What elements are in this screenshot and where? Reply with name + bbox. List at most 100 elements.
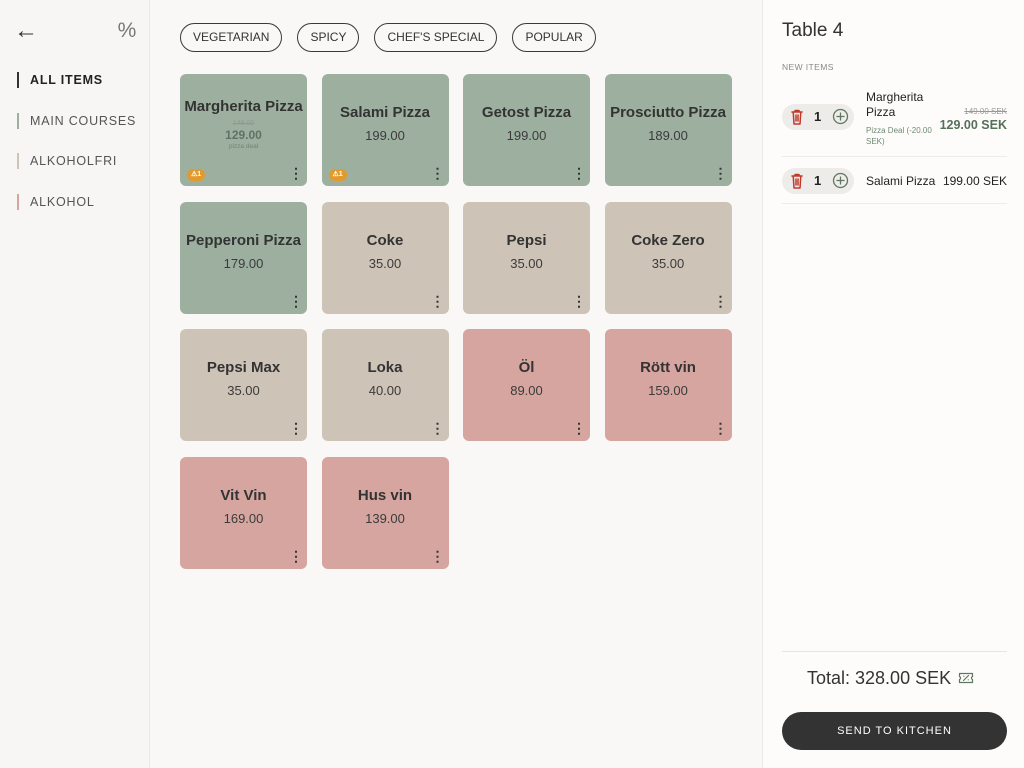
ticket-icon[interactable] xyxy=(958,671,974,685)
more-options-icon[interactable]: ⋮ xyxy=(572,294,586,308)
menu-tile-price: 199.00 xyxy=(365,128,405,143)
quantity-value: 1 xyxy=(814,109,822,124)
category-all-items[interactable]: ALL ITEMS xyxy=(17,71,136,89)
menu-tile-price: 35.00 xyxy=(510,255,543,271)
send-to-kitchen-button[interactable]: SEND TO KITCHEN xyxy=(782,712,1007,750)
category-alkoholfri[interactable]: ALKOHOLFRI xyxy=(17,152,136,170)
menu-tile-pepsi[interactable]: Pepsi 35.00 ⋮ xyxy=(463,201,590,314)
menu-tile-hus-vin[interactable]: Hus vin 139.00 ⋮ xyxy=(321,456,449,569)
menu-tile-pepsi-max[interactable]: Pepsi Max 35.00 ⋮ xyxy=(180,329,307,441)
menu-tile-rott-vin[interactable]: Rött vin 159.00 ⋮ xyxy=(604,329,732,441)
menu-tile-price: 199.00 xyxy=(506,128,547,143)
order-item-original-price: 149.00 SEK xyxy=(964,107,1007,116)
category-list: ALL ITEMS MAIN COURSES ALKOHOLFRI ALKOHO… xyxy=(17,71,136,233)
order-item-price: 129.00 SEK xyxy=(939,118,1007,132)
filter-popular[interactable]: POPULAR xyxy=(512,23,596,52)
menu-tile-deal-label: pizza deal xyxy=(228,142,259,150)
filter-chefs-special[interactable]: CHEF'S SPECIAL xyxy=(374,23,498,52)
quantity-value: 1 xyxy=(814,173,822,188)
menu-tile-price: 169.00 xyxy=(223,510,264,526)
menu-tile-price: 35.00 xyxy=(651,255,685,271)
menu-tile-deal-price: 129.00 xyxy=(225,127,262,142)
category-sidebar: ← % ALL ITEMS MAIN COURSES ALKOHOLFRI AL… xyxy=(0,0,150,768)
new-items-label: NEW ITEMS xyxy=(782,62,834,72)
category-label: ALKOHOL xyxy=(30,194,95,209)
menu-tile-name: Getost Pizza xyxy=(481,104,572,121)
menu-tile-name: Pepsi Max xyxy=(206,359,281,376)
order-list: 1 Margherita Pizza Pizza Deal (-20.00 SE… xyxy=(782,86,1007,204)
category-color-bar xyxy=(17,153,19,169)
more-options-icon[interactable]: ⋮ xyxy=(431,549,445,563)
menu-tile-name: Loka xyxy=(367,359,403,376)
menu-tile-original-price: 149.00 xyxy=(232,119,255,127)
order-item-name: Margherita Pizza xyxy=(866,90,924,119)
table-title: Table 4 xyxy=(782,20,844,41)
more-options-icon[interactable]: ⋮ xyxy=(431,166,445,180)
category-color-bar xyxy=(17,72,19,88)
filter-spicy[interactable]: SPICY xyxy=(297,23,360,52)
more-options-icon[interactable]: ⋮ xyxy=(572,166,586,180)
order-item-price: 199.00 SEK xyxy=(942,174,1007,188)
quantity-stepper: 1 xyxy=(782,104,854,130)
order-total: Total: 328.00 SEK xyxy=(807,668,952,688)
category-color-bar xyxy=(17,193,19,210)
order-item-deal: Pizza Deal (-20.00 SEK) xyxy=(866,126,932,146)
menu-tile-price: 139.00 xyxy=(365,510,405,526)
filter-chips: VEGETARIAN SPICY CHEF'S SPECIAL POPULAR xyxy=(180,23,596,52)
category-alkohol[interactable]: ALKOHOL xyxy=(17,193,136,211)
menu-tile-prosciutto-pizza[interactable]: Prosciutto Pizza 189.00 ⋮ xyxy=(604,74,732,186)
more-options-icon[interactable]: ⋮ xyxy=(289,421,303,435)
more-options-icon[interactable]: ⋮ xyxy=(289,294,303,308)
menu-tile-ol[interactable]: Öl 89.00 ⋮ xyxy=(463,329,590,441)
menu-tile-vit-vin[interactable]: Vit Vin 169.00 ⋮ xyxy=(180,456,307,569)
category-main-courses[interactable]: MAIN COURSES xyxy=(17,112,136,130)
menu-tile-price: 159.00 xyxy=(648,383,688,398)
menu-area: VEGETARIAN SPICY CHEF'S SPECIAL POPULAR … xyxy=(150,0,762,768)
more-options-icon[interactable]: ⋮ xyxy=(714,421,728,435)
more-options-icon[interactable]: ⋮ xyxy=(431,294,445,308)
more-options-icon[interactable]: ⋮ xyxy=(714,166,728,180)
more-options-icon[interactable]: ⋮ xyxy=(289,549,303,563)
menu-tile-getost-pizza[interactable]: Getost Pizza 199.00 ⋮ xyxy=(463,74,590,186)
menu-tile-name: Margherita Pizza xyxy=(184,97,303,115)
order-row: 1 Salami Pizza 199.00 SEK xyxy=(782,157,1007,204)
menu-tile-name: Hus vin xyxy=(357,486,413,504)
menu-tile-margherita-pizza[interactable]: Margherita Pizza 149.00 129.00 pizza dea… xyxy=(180,74,307,186)
menu-tile-price: 40.00 xyxy=(368,383,402,398)
discount-percent-icon[interactable]: % xyxy=(114,18,140,44)
more-options-icon[interactable]: ⋮ xyxy=(289,166,303,180)
menu-tile-price: 179.00 xyxy=(223,255,264,271)
more-options-icon[interactable]: ⋮ xyxy=(572,421,586,435)
back-arrow-icon[interactable]: ← xyxy=(14,18,40,44)
menu-tile-name: Pepperoni Pizza xyxy=(185,231,302,249)
allergen-warning-badge: ⚠1 xyxy=(187,169,206,181)
menu-tile-name: Coke xyxy=(366,231,404,249)
plus-circle-icon[interactable] xyxy=(832,108,849,125)
menu-tile-loka[interactable]: Loka 40.00 ⋮ xyxy=(321,329,449,441)
menu-tile-name: Coke Zero xyxy=(631,231,705,249)
more-options-icon[interactable]: ⋮ xyxy=(431,421,445,435)
menu-tile-name: Prosciutto Pizza xyxy=(610,104,726,121)
menu-tile-price: 89.00 xyxy=(510,383,543,398)
menu-tile-price: 189.00 xyxy=(648,128,688,143)
total-divider xyxy=(782,651,1007,652)
allergen-warning-badge: ⚠1 xyxy=(328,169,347,181)
menu-tile-pepperoni-pizza[interactable]: Pepperoni Pizza 179.00 ⋮ xyxy=(180,201,307,314)
menu-tile-price: 35.00 xyxy=(227,383,260,398)
menu-tile-coke-zero[interactable]: Coke Zero 35.00 ⋮ xyxy=(604,201,732,314)
menu-item-grid: Margherita Pizza 149.00 129.00 pizza dea… xyxy=(180,74,732,569)
order-item-name: Salami Pizza xyxy=(866,174,936,188)
plus-circle-icon[interactable] xyxy=(832,172,849,189)
more-options-icon[interactable]: ⋮ xyxy=(714,294,728,308)
menu-tile-name: Vit Vin xyxy=(220,486,267,504)
trash-icon[interactable] xyxy=(789,172,805,190)
menu-tile-salami-pizza[interactable]: Salami Pizza 199.00 ⚠1 ⋮ xyxy=(321,74,449,186)
menu-tile-name: Salami Pizza xyxy=(339,104,431,121)
menu-tile-price: 35.00 xyxy=(368,255,402,271)
menu-tile-name: Öl xyxy=(518,359,535,376)
menu-tile-coke[interactable]: Coke 35.00 ⋮ xyxy=(321,201,449,314)
category-label: MAIN COURSES xyxy=(30,113,137,128)
menu-tile-name: Pepsi xyxy=(506,231,547,249)
filter-vegetarian[interactable]: VEGETARIAN xyxy=(180,23,283,52)
trash-icon[interactable] xyxy=(789,108,805,126)
